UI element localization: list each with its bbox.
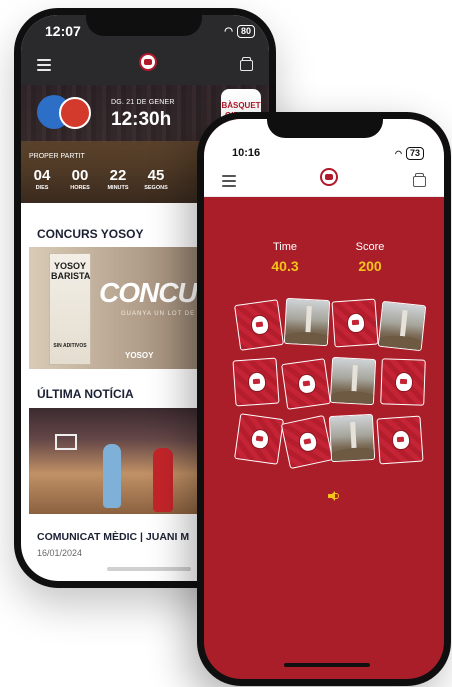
memory-card[interactable] — [331, 298, 379, 348]
club-logo-icon — [139, 53, 157, 71]
countdown-minutes: 22 MINUTS — [107, 167, 129, 191]
club-emblem-icon — [346, 312, 366, 334]
wallet-icon[interactable] — [240, 57, 253, 71]
wifi-icon: ◠ — [395, 149, 402, 158]
phone-notch — [86, 8, 202, 36]
news-date: 16/01/2024 — [37, 548, 83, 558]
memory-card[interactable] — [234, 299, 284, 351]
product-pack-sub: SIN ADITIVOS — [53, 343, 87, 349]
club-logo-icon — [320, 168, 338, 186]
club-emblem-icon — [296, 372, 318, 396]
memory-card[interactable] — [328, 413, 376, 463]
club-emblem-icon — [394, 371, 414, 393]
memory-card[interactable] — [377, 300, 427, 352]
club-emblem-icon — [247, 371, 267, 393]
status-time: 12:07 — [45, 23, 81, 39]
score-value: 200 — [358, 258, 382, 274]
app-showcase: 12:07 ◠ 80 DG. 21 DE GENER 12:30h BÀSQUE… — [0, 0, 452, 687]
countdown-days: 04 DIES — [33, 167, 51, 191]
status-icons: ◠ 80 — [224, 25, 255, 38]
time-value: 40.3 — [271, 258, 299, 274]
battery-icon: 80 — [236, 25, 255, 38]
contest-section-title: CONCURS YOSOY — [37, 227, 144, 241]
match-date: DG. 21 DE GENER — [111, 99, 175, 106]
phone-memory-game: 10:16 ◠ 73 Time 40.3 Score 200 — [197, 112, 451, 686]
club-emblem-icon — [297, 430, 319, 454]
club-emblem-icon — [249, 427, 271, 451]
news-title[interactable]: COMUNICAT MÈDIC | JUANI M — [37, 531, 189, 543]
contest-brand: YOSOY — [125, 351, 154, 360]
news-section-title: ÚLTIMA NOTÍCIA — [37, 387, 134, 401]
battery-icon: 73 — [405, 147, 424, 160]
countdown-seconds: 45 SEGONS — [144, 167, 168, 191]
memory-card[interactable] — [380, 358, 426, 406]
menu-icon[interactable] — [222, 175, 236, 187]
status-time: 10:16 — [232, 147, 261, 159]
club-emblem-icon — [391, 429, 411, 451]
match-time: 12:30h — [111, 109, 172, 130]
status-icons: ◠ 73 — [395, 147, 424, 160]
memory-card[interactable] — [329, 356, 377, 406]
memory-game-screen: 10:16 ◠ 73 Time 40.3 Score 200 — [204, 119, 444, 679]
basketball-icon — [59, 97, 91, 129]
phone-notch — [267, 112, 383, 138]
score-label: Score — [355, 241, 385, 253]
wifi-icon: ◠ — [224, 26, 233, 37]
memory-card[interactable] — [281, 358, 331, 410]
menu-icon[interactable] — [37, 59, 51, 71]
memory-card[interactable] — [283, 297, 331, 347]
memory-card[interactable] — [232, 357, 280, 407]
memory-card[interactable] — [376, 415, 424, 465]
next-match-label: PROPER PARTIT — [29, 153, 85, 160]
time-label: Time — [272, 241, 298, 253]
sound-icon[interactable] — [328, 491, 339, 501]
home-indicator — [284, 663, 370, 667]
memory-card[interactable] — [234, 413, 284, 465]
wallet-icon[interactable] — [413, 173, 426, 187]
club-emblem-icon — [249, 313, 271, 337]
home-indicator — [107, 567, 191, 571]
memory-card[interactable] — [280, 414, 334, 470]
countdown-hours: 00 HORES — [70, 167, 90, 191]
product-pack-text: YOSOY BARISTA — [51, 261, 91, 281]
